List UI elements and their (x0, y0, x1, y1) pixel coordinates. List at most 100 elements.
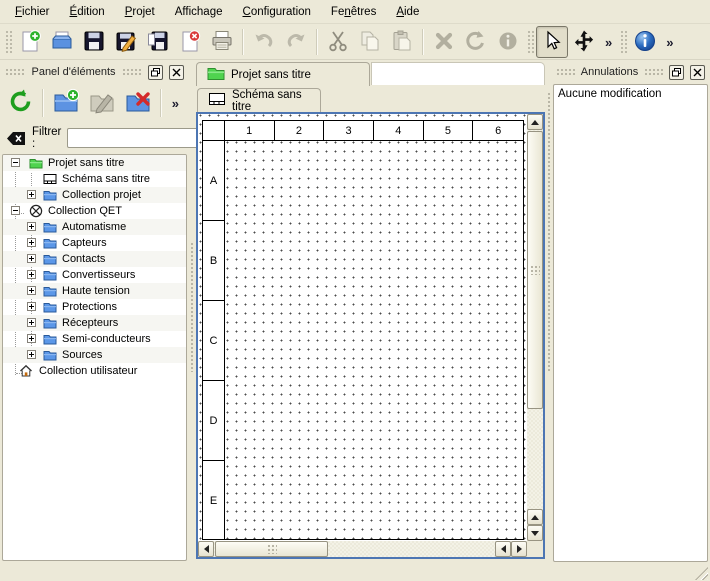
tab-project[interactable]: Projet sans titre (196, 62, 370, 86)
resize-grip[interactable] (695, 567, 708, 580)
move-tool-button[interactable] (568, 26, 600, 58)
float-panel-button[interactable] (669, 65, 684, 80)
scroll-left-button-right[interactable] (495, 541, 511, 557)
about-info-button[interactable] (629, 26, 661, 58)
expand-expander[interactable] (27, 350, 36, 359)
tree-item-capteurs[interactable]: Capteurs (3, 235, 186, 251)
horizontal-scrollbar[interactable] (198, 541, 527, 557)
edit-element-button[interactable] (86, 87, 118, 119)
undo-button[interactable] (248, 26, 280, 58)
menu-configuration[interactable]: Configuration (234, 3, 320, 21)
scroll-right-button[interactable] (511, 541, 527, 557)
copy-icon (358, 29, 382, 56)
menu-fichier[interactable]: Fichier (6, 3, 59, 21)
tree-item-project[interactable]: Projet sans titre (3, 155, 186, 171)
tree-item-protections[interactable]: Protections (3, 299, 186, 315)
schematic-view[interactable]: 1 2 3 4 5 6 A B C D E (196, 112, 545, 559)
undo-history-list[interactable]: Aucune modification (553, 84, 708, 562)
toolbar-drag-handle[interactable] (526, 29, 534, 55)
right-splitter[interactable] (545, 62, 553, 563)
new-project-button[interactable] (14, 26, 46, 58)
menu-affichage[interactable]: Affichage (166, 3, 232, 21)
tree-item-convertisseurs[interactable]: Convertisseurs (3, 267, 186, 283)
tree-item-haute-tension[interactable]: Haute tension (3, 283, 186, 299)
tree-item-automatisme[interactable]: Automatisme (3, 219, 186, 235)
expand-expander[interactable] (27, 286, 36, 295)
toolbar-drag-handle[interactable] (4, 29, 12, 55)
dock-grip-texture (644, 68, 663, 76)
collapse-expander[interactable] (11, 158, 20, 167)
elements-panel: Panel d'éléments » Filtrer : (2, 62, 187, 563)
print-button[interactable] (206, 26, 238, 58)
float-panel-button[interactable] (148, 65, 163, 80)
up-arrow-icon (531, 515, 539, 520)
redo-button[interactable] (280, 26, 312, 58)
elements-panel-titlebar[interactable]: Panel d'éléments (2, 62, 187, 82)
close-panel-button[interactable] (690, 65, 705, 80)
menu-projet[interactable]: Projet (116, 3, 164, 21)
save-button[interactable] (78, 26, 110, 58)
delete-element-button[interactable] (122, 87, 154, 119)
rotate-button[interactable] (460, 26, 492, 58)
close-file-button[interactable] (174, 26, 206, 58)
expand-expander[interactable] (27, 254, 36, 263)
tree-item-collection-qet[interactable]: Collection QET (3, 203, 186, 219)
toolbar-overflow-button[interactable]: » (600, 35, 617, 50)
scroll-up-button-bottom[interactable] (527, 509, 543, 525)
save-as-button[interactable] (110, 26, 142, 58)
menu-fenetres[interactable]: Fenêtres (322, 3, 385, 21)
vertical-scroll-thumb[interactable] (527, 131, 543, 409)
row-header-column: A B C D E (203, 141, 225, 539)
tree-item-schema[interactable]: Schéma sans titre (3, 171, 186, 187)
schematic-canvas[interactable]: 1 2 3 4 5 6 A B C D E (198, 114, 527, 541)
tree-item-contacts[interactable]: Contacts (3, 251, 186, 267)
tree-item-semi-conducteurs[interactable]: Semi-conducteurs (3, 331, 186, 347)
panel-toolbar-overflow-button[interactable]: » (172, 96, 185, 111)
vertical-scrollbar[interactable] (527, 114, 543, 541)
menu-aide[interactable]: Aide (387, 3, 428, 21)
new-element-button[interactable] (50, 87, 82, 119)
cut-button[interactable] (322, 26, 354, 58)
paste-button[interactable] (386, 26, 418, 58)
delete-button[interactable] (428, 26, 460, 58)
tree-item-collection-projet[interactable]: Collection projet (3, 187, 186, 203)
green-folder-icon (207, 64, 225, 85)
horizontal-scroll-thumb[interactable] (215, 541, 328, 557)
blue-folder-icon (43, 236, 57, 250)
print-icon (210, 29, 234, 56)
expand-expander[interactable] (27, 222, 36, 231)
undo-panel-titlebar[interactable]: Annulations (553, 62, 708, 82)
open-project-button[interactable] (46, 26, 78, 58)
tree-item-recepteurs[interactable]: Récepteurs (3, 315, 186, 331)
tree-item-collection-utilisateur[interactable]: Collection utilisateur (3, 363, 186, 379)
left-splitter[interactable] (188, 62, 196, 563)
save-all-button[interactable] (142, 26, 174, 58)
expand-expander[interactable] (27, 238, 36, 247)
menu-edition[interactable]: Édition (61, 3, 114, 21)
expand-expander[interactable] (27, 334, 36, 343)
expand-expander[interactable] (27, 318, 36, 327)
toolbar-separator (422, 29, 424, 55)
element-info-button[interactable] (492, 26, 524, 58)
undo-history-item[interactable]: Aucune modification (557, 87, 704, 101)
toolbar-overflow-button[interactable]: » (661, 35, 678, 50)
column-header-row: 1 2 3 4 5 6 (203, 121, 523, 141)
reload-collections-button[interactable] (4, 87, 36, 119)
column-label: 5 (424, 121, 474, 140)
scroll-left-button[interactable] (198, 541, 214, 557)
tree-item-sources[interactable]: Sources (3, 347, 186, 363)
copy-button[interactable] (354, 26, 386, 58)
expand-expander[interactable] (27, 190, 36, 199)
scroll-up-button[interactable] (527, 114, 543, 130)
clear-filter-icon[interactable] (6, 131, 26, 146)
expand-expander[interactable] (27, 302, 36, 311)
toolbar-drag-handle[interactable] (619, 29, 627, 55)
tab-schema[interactable]: Schéma sans titre (197, 88, 321, 112)
select-tool-button[interactable] (536, 26, 568, 58)
expand-expander[interactable] (27, 270, 36, 279)
refresh-icon (7, 88, 34, 118)
scroll-down-button[interactable] (527, 525, 543, 541)
close-panel-button[interactable] (169, 65, 184, 80)
collapse-expander[interactable] (11, 206, 20, 215)
toolbar-separator (242, 29, 244, 55)
